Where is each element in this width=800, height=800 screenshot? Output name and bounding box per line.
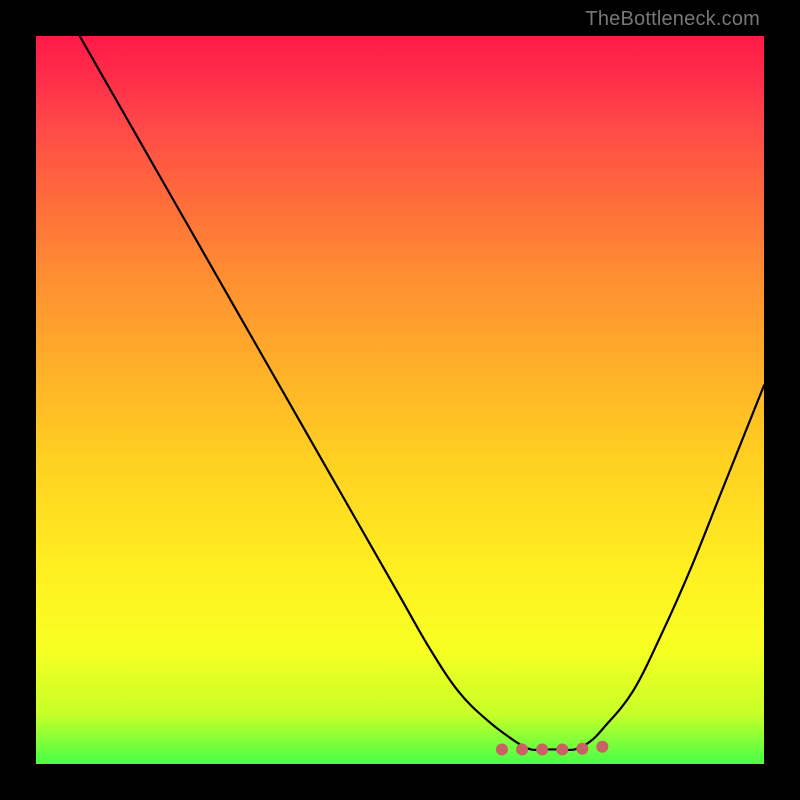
watermark-text: TheBottleneck.com <box>585 8 760 31</box>
